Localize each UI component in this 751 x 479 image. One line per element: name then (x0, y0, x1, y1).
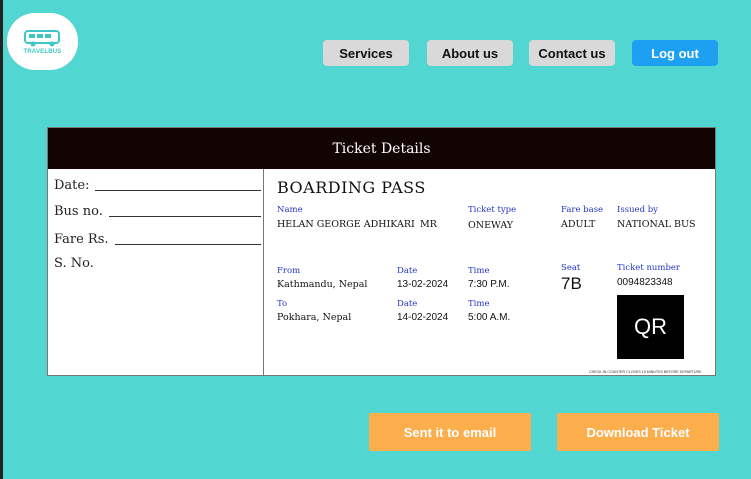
from-value: Kathmandu, Nepal (277, 279, 368, 290)
ticket-stub: Date: Bus no. Fare Rs. S. No. (48, 169, 264, 376)
ticket-header: Ticket Details (48, 128, 715, 169)
seat-value: 7B (561, 274, 582, 293)
stub-bus-line (108, 216, 261, 217)
stub-fare-line (114, 244, 261, 245)
from-label: From (277, 266, 301, 276)
logo-text: TRAVELBUS (23, 49, 62, 55)
ticket-card: Ticket Details Date: Bus no. Fare Rs. S.… (47, 127, 716, 376)
name-value: HELAN GEORGE ADHIKARI (277, 219, 415, 230)
from-time-label: Time (468, 266, 490, 276)
stub-bus-row: Bus no. (54, 204, 261, 219)
from-date-value: 13-02-2024 (397, 279, 449, 290)
fare-base-label: Fare base (561, 205, 604, 215)
issued-by-value: NATIONAL BUS (617, 219, 696, 230)
to-value: Pokhara, Nepal (277, 312, 352, 323)
download-ticket-button[interactable]: Download Ticket (557, 413, 719, 451)
boarding-pass-title: BOARDING PASS (277, 178, 426, 197)
to-date-value: 14-02-2024 (397, 312, 449, 323)
fare-base-value: ADULT (561, 219, 596, 230)
ticket-number-label: Ticket number (617, 263, 680, 273)
stub-fare-label: Fare Rs. (54, 232, 109, 247)
fine-print: CHECK-IN COUNTER CLOSES 15 MINUTES BEFOR… (589, 370, 702, 374)
issued-by-label: Issued by (617, 205, 658, 215)
ticket-type-value: ONEWAY (468, 220, 514, 231)
to-time-value: 5:00 A.M. (468, 312, 511, 323)
to-time-label: Time (468, 299, 490, 309)
name-label: Name (277, 205, 303, 215)
ticket-type-label: Ticket type (468, 205, 517, 215)
seat-label: Seat (561, 263, 581, 273)
stub-fare-row: Fare Rs. (54, 232, 261, 247)
travelbus-logo[interactable]: TRAVELBUS (7, 13, 78, 70)
to-date-label: Date (397, 299, 418, 309)
stub-sno-label: S. No. (54, 256, 94, 271)
from-date-label: Date (397, 266, 418, 276)
stub-bus-label: Bus no. (54, 204, 103, 219)
qr-code: QR (617, 295, 684, 359)
passenger-title-value: MR (420, 219, 437, 230)
bus-icon (23, 30, 60, 47)
nav-services-button[interactable]: Services (323, 40, 409, 66)
nav-contact-button[interactable]: Contact us (529, 40, 615, 66)
nav-about-button[interactable]: About us (427, 40, 513, 66)
to-label: To (277, 299, 288, 309)
stub-sno-row: S. No. (54, 256, 94, 271)
logout-button[interactable]: Log out (632, 40, 718, 66)
from-time-value: 7:30 P.M. (468, 279, 510, 290)
stub-date-line (95, 190, 262, 191)
stub-date-label: Date: (54, 178, 90, 193)
stub-date-row: Date: (54, 178, 262, 193)
send-email-button[interactable]: Sent it to email (369, 413, 531, 451)
ticket-number-value: 0094823348 (617, 277, 673, 288)
